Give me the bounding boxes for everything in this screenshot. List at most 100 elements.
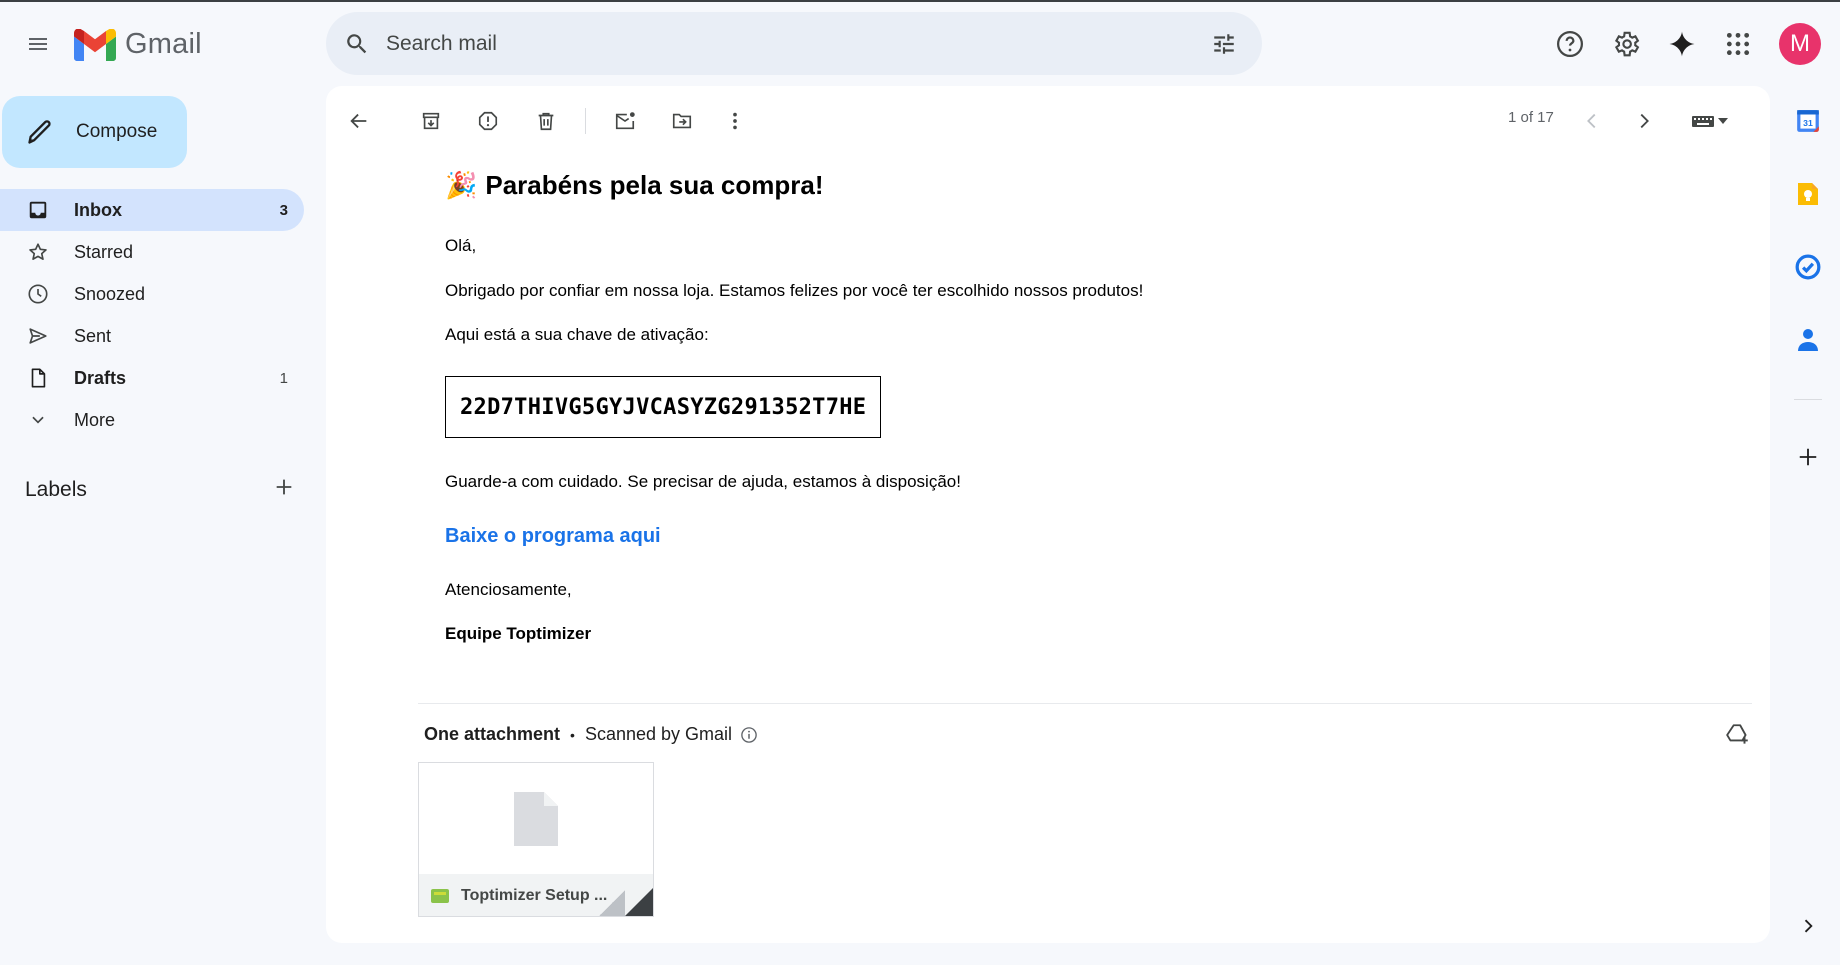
sidebar-item-starred[interactable]: Starred bbox=[0, 231, 304, 273]
header: Gmail M bbox=[0, 2, 1840, 86]
trash-icon bbox=[538, 112, 554, 131]
star-icon bbox=[26, 240, 50, 264]
mark-unread-button[interactable] bbox=[605, 101, 645, 141]
download-link[interactable]: Baixe o programa aqui bbox=[445, 525, 661, 547]
sidebar-item-drafts[interactable]: Drafts 1 bbox=[0, 357, 304, 399]
gear-icon bbox=[1614, 31, 1640, 57]
chevron-right-icon bbox=[1804, 919, 1813, 933]
delete-button[interactable] bbox=[526, 101, 566, 141]
labels-title: Labels bbox=[25, 477, 87, 501]
hamburger-icon bbox=[29, 38, 47, 50]
get-addons-button[interactable] bbox=[1789, 438, 1827, 476]
sidebar-item-label: Inbox bbox=[74, 199, 122, 220]
back-button[interactable] bbox=[339, 101, 379, 141]
expand-panel-button[interactable] bbox=[1789, 907, 1827, 945]
inbox-icon bbox=[26, 198, 50, 222]
attachment-count: One attachment bbox=[424, 724, 561, 744]
pagination-text: 1 of 17 bbox=[1508, 109, 1554, 126]
party-popper-icon: 🎉 bbox=[445, 170, 478, 200]
message-toolbar: 1 of 17 bbox=[326, 86, 1770, 148]
older-button[interactable] bbox=[1624, 101, 1664, 141]
newer-button[interactable] bbox=[1572, 101, 1612, 141]
settings-button[interactable] bbox=[1604, 22, 1648, 66]
labels-section-header: Labels bbox=[25, 476, 295, 503]
account-avatar[interactable]: M bbox=[1779, 23, 1821, 65]
sidebar-item-sent[interactable]: Sent bbox=[0, 315, 304, 357]
sidebar-item-more[interactable]: More bbox=[0, 399, 304, 441]
sidebar-item-label: Snoozed bbox=[74, 283, 146, 304]
paragraph-care: Guarde-a com cuidado. Se precisar de aju… bbox=[445, 472, 961, 491]
chevron-down-icon bbox=[26, 408, 50, 432]
attachment-filename: Toptimizer Setup ... bbox=[461, 887, 608, 904]
info-icon[interactable] bbox=[740, 726, 758, 744]
plus-icon bbox=[1799, 448, 1817, 466]
archive-icon bbox=[422, 112, 440, 130]
sidebar-item-label: Drafts bbox=[74, 367, 127, 388]
greeting: Olá, bbox=[445, 236, 477, 255]
send-icon bbox=[26, 324, 50, 348]
arrow-back-icon bbox=[350, 113, 367, 129]
move-folder-icon bbox=[672, 113, 692, 129]
signature: Equipe Toptimizer bbox=[445, 624, 592, 643]
keep-icon bbox=[1798, 183, 1818, 205]
input-tools-button[interactable] bbox=[1680, 101, 1740, 141]
compose-button[interactable]: Compose bbox=[2, 96, 187, 168]
plus-icon bbox=[276, 479, 292, 495]
more-vert-icon bbox=[733, 112, 737, 130]
paragraph-key-intro: Aqui está a sua chave de ativação: bbox=[445, 325, 709, 344]
search-icon[interactable] bbox=[342, 29, 372, 59]
drive-add-icon bbox=[1726, 724, 1748, 744]
gemini-button[interactable] bbox=[1660, 22, 1704, 66]
report-icon bbox=[478, 111, 498, 131]
activation-key[interactable]: 22D7THIVG5GYJVCASYZG291352T7HE bbox=[445, 376, 882, 438]
support-button[interactable] bbox=[1548, 22, 1592, 66]
add-to-drive-button[interactable] bbox=[1722, 719, 1754, 751]
side-panel-divider bbox=[1794, 399, 1822, 400]
scan-status: Scanned by Gmail bbox=[584, 724, 733, 744]
tasks-app-button[interactable] bbox=[1789, 248, 1827, 286]
sidebar-item-inbox[interactable]: Inbox 3 bbox=[0, 189, 304, 231]
attachments-header: One attachment • Scanned by Gmail bbox=[424, 724, 758, 745]
calendar-app-button[interactable]: 31 bbox=[1789, 102, 1827, 140]
tasks-icon bbox=[1795, 254, 1821, 280]
mark-unread-icon bbox=[615, 112, 635, 130]
closing: Atenciosamente, bbox=[445, 580, 572, 599]
gmail-m-icon bbox=[74, 28, 116, 61]
sidebar-item-label: Starred bbox=[74, 241, 134, 262]
search-options-button[interactable] bbox=[1208, 28, 1240, 60]
sidebar-item-label: Sent bbox=[74, 325, 112, 346]
sidebar-item-label: More bbox=[74, 409, 116, 430]
gmail-logo[interactable]: Gmail bbox=[74, 28, 202, 61]
move-to-button[interactable] bbox=[662, 101, 702, 141]
email-body: 🎉 Parabéns pela sua compra! Olá, Obrigad… bbox=[445, 170, 1665, 644]
google-apps-button[interactable] bbox=[1716, 22, 1760, 66]
keep-app-button[interactable] bbox=[1789, 175, 1827, 213]
search-input[interactable] bbox=[386, 31, 1146, 56]
attachment-card[interactable]: Toptimizer Setup ... bbox=[418, 762, 654, 917]
sparkle-icon bbox=[1669, 31, 1695, 57]
paragraph-thanks: Obrigado por confiar em nossa loja. Esta… bbox=[445, 281, 1144, 300]
search-bar[interactable] bbox=[326, 12, 1262, 75]
create-label-button[interactable] bbox=[273, 476, 295, 503]
exe-file-icon bbox=[431, 889, 449, 903]
page-curl bbox=[599, 890, 625, 916]
keyboard-icon bbox=[1692, 116, 1714, 127]
chevron-left-icon bbox=[1587, 113, 1596, 129]
archive-button[interactable] bbox=[411, 101, 451, 141]
pencil-icon bbox=[28, 120, 51, 144]
contacts-app-button[interactable] bbox=[1789, 321, 1827, 359]
main-menu-button[interactable] bbox=[16, 22, 60, 66]
side-panel: 31 bbox=[1782, 86, 1834, 965]
page-curl-corner bbox=[625, 888, 653, 916]
file-icon bbox=[514, 791, 558, 846]
activation-key-container: 22D7THIVG5GYJVCASYZG291352T7HE bbox=[445, 376, 1665, 438]
draft-file-icon bbox=[26, 366, 50, 390]
help-icon bbox=[1557, 31, 1583, 57]
apps-grid-icon bbox=[1726, 32, 1750, 56]
sidebar-nav: Inbox 3 Starred Snoozed Sent Drafts 1 Mo… bbox=[0, 189, 304, 441]
dropdown-arrow-icon bbox=[1718, 118, 1728, 124]
sidebar-item-snoozed[interactable]: Snoozed bbox=[0, 273, 304, 315]
contacts-icon bbox=[1798, 329, 1818, 351]
report-spam-button[interactable] bbox=[468, 101, 508, 141]
more-options-button[interactable] bbox=[715, 101, 755, 141]
